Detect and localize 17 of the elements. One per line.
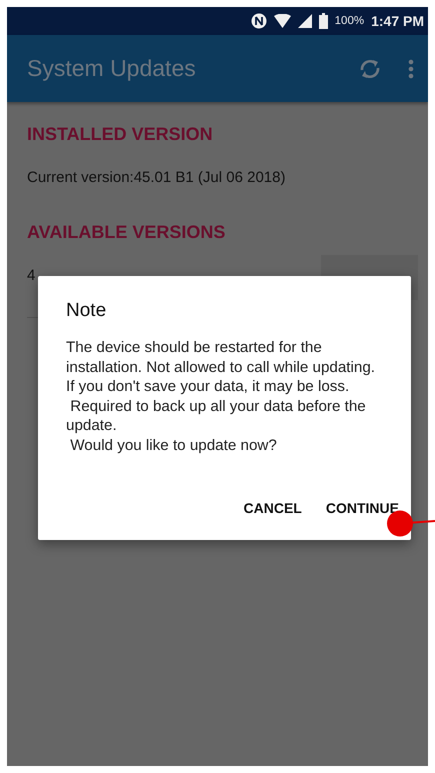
dialog-title: Note <box>66 300 108 322</box>
clock-time: 1:47 PM <box>371 13 424 29</box>
app-title: System Updates <box>27 55 197 82</box>
current-version-text: Current version:45.01 B1 (Jul 06 2018) <box>27 169 286 186</box>
signal-icon <box>298 14 312 28</box>
more-options-icon <box>408 58 414 78</box>
section-heading: AVAILABLE VERSIONS <box>27 222 226 243</box>
continue-button[interactable]: CONTINUE <box>318 494 407 522</box>
wifi-icon <box>274 14 291 28</box>
section-heading: INSTALLED VERSION <box>27 124 214 145</box>
dialog-message: The device should be restarted for the installation. Not allowed to call while updating. If you don't save your data, it may be loss. Required to back up all your data before the update. Would you like to update now? <box>66 338 376 455</box>
nfc-icon <box>250 13 267 29</box>
battery-icon <box>318 13 328 29</box>
version-text: 4 <box>27 267 36 284</box>
cancel-button[interactable]: CANCEL <box>236 494 310 522</box>
refresh-icon <box>358 58 382 80</box>
battery-percentage: 100% <box>334 15 364 27</box>
